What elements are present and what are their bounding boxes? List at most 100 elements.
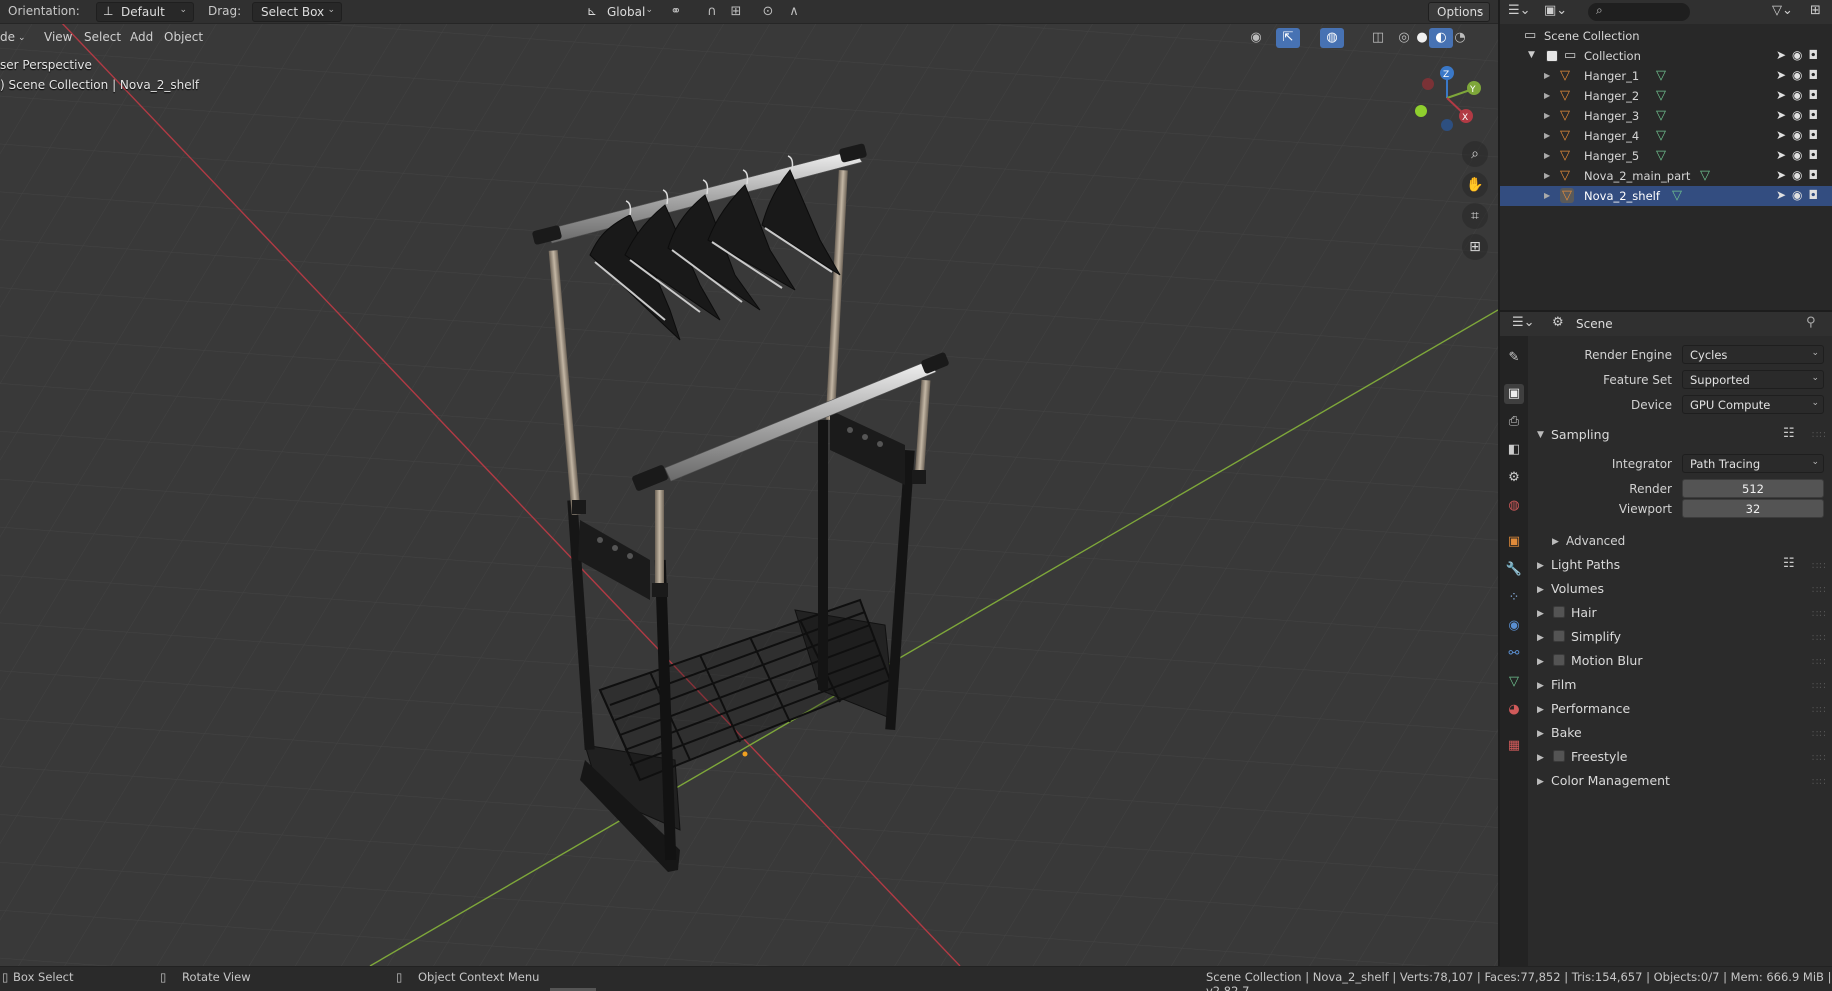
- expand-triangle-icon[interactable]: ▶: [1537, 633, 1544, 643]
- object-visibility-icon[interactable]: ◉: [1244, 28, 1268, 48]
- bake-panel-header[interactable]: Bake: [1551, 725, 1582, 740]
- outliner-row-object[interactable]: ▶ ▽ Hanger_1 ▽ ➤◉◘: [1500, 66, 1832, 86]
- motion-blur-checkbox[interactable]: [1553, 654, 1565, 666]
- expand-triangle-icon[interactable]: ▶: [1537, 681, 1544, 691]
- film-panel-header[interactable]: Film: [1551, 677, 1576, 692]
- expand-triangle-icon[interactable]: ▶: [1544, 131, 1550, 140]
- outliner-row-object[interactable]: ▶ ▽ Hanger_5 ▽ ➤◉◘: [1500, 146, 1832, 166]
- visibility-icons[interactable]: ➤◉◘: [1776, 168, 1824, 182]
- pivot-point-icon[interactable]: ⚭: [664, 2, 688, 22]
- new-collection-icon[interactable]: ⊞: [1810, 3, 1821, 18]
- collection-checkbox[interactable]: [1546, 50, 1558, 62]
- mesh-data-tab-icon[interactable]: ▽: [1504, 672, 1524, 692]
- expand-triangle-icon[interactable]: ▶: [1537, 657, 1544, 667]
- drag-grip-icon[interactable]: ∷∷: [1812, 585, 1827, 596]
- visibility-icons[interactable]: ➤◉◘: [1776, 128, 1824, 142]
- simplify-checkbox[interactable]: [1553, 630, 1565, 642]
- mesh-data-icon[interactable]: ▽: [1656, 108, 1666, 123]
- orientation-dropdown[interactable]: ⊥ Default ⌄: [96, 2, 194, 22]
- expand-triangle-icon[interactable]: ▶: [1544, 191, 1550, 200]
- pin-icon[interactable]: ⚲: [1806, 315, 1816, 330]
- integrator-dropdown[interactable]: Path Tracing ⌄: [1682, 454, 1824, 473]
- viewport-scene[interactable]: Z Y X: [0, 0, 1498, 966]
- menu-select[interactable]: Select: [84, 30, 121, 44]
- drag-grip-icon[interactable]: ∷∷: [1812, 657, 1827, 668]
- expand-triangle-icon[interactable]: ▶: [1544, 171, 1550, 180]
- snap-target-icon[interactable]: ⊞: [724, 2, 748, 22]
- menu-add[interactable]: Add: [130, 30, 153, 44]
- drag-grip-icon[interactable]: ∷∷: [1812, 777, 1827, 788]
- presets-list-icon[interactable]: ☷: [1783, 426, 1795, 441]
- outliner-row-object[interactable]: ▶ ▽ Hanger_3 ▽ ➤◉◘: [1500, 106, 1832, 126]
- outliner-row-collection[interactable]: ▼ ▭ Collection ➤◉◘: [1500, 46, 1832, 66]
- constraints-tab-icon[interactable]: ⚯: [1504, 644, 1524, 664]
- modifier-tab-icon[interactable]: 🔧: [1504, 560, 1524, 580]
- expand-triangle-icon[interactable]: ▼: [1537, 430, 1544, 440]
- expand-triangle-icon[interactable]: ▶: [1537, 777, 1544, 787]
- menu-object[interactable]: Object: [164, 30, 203, 44]
- view-layer-tab-icon[interactable]: ◧: [1504, 440, 1524, 460]
- outliner-row-scene-collection[interactable]: ▭ Scene Collection: [1500, 26, 1832, 46]
- performance-panel-header[interactable]: Performance: [1551, 701, 1630, 716]
- particles-tab-icon[interactable]: ⁘: [1504, 588, 1524, 608]
- viewport-samples-field[interactable]: 32: [1682, 499, 1824, 518]
- outliner-row-object-active[interactable]: ▶ ▽ Nova_2_shelf ▽ ➤◉◘: [1500, 186, 1832, 206]
- mesh-data-icon[interactable]: ▽: [1656, 148, 1666, 163]
- output-tab-icon[interactable]: ⎙: [1504, 412, 1524, 432]
- freestyle-checkbox[interactable]: [1553, 750, 1565, 762]
- hair-checkbox[interactable]: [1553, 606, 1565, 618]
- expand-triangle-icon[interactable]: ▶: [1537, 729, 1544, 739]
- drag-grip-icon[interactable]: ∷∷: [1812, 729, 1827, 740]
- visibility-icons[interactable]: ➤◉◘: [1776, 48, 1824, 62]
- expand-triangle-icon[interactable]: ▶: [1544, 91, 1550, 100]
- drag-grip-icon[interactable]: ∷∷: [1812, 753, 1827, 764]
- feature-set-dropdown[interactable]: Supported ⌄: [1682, 370, 1824, 389]
- proportional-editing-icon[interactable]: ⊙: [756, 2, 780, 22]
- object-tab-icon[interactable]: ▣: [1504, 532, 1524, 552]
- expand-triangle-icon[interactable]: ▶: [1544, 71, 1550, 80]
- visibility-icons[interactable]: ➤◉◘: [1776, 68, 1824, 82]
- physics-tab-icon[interactable]: ◉: [1504, 616, 1524, 636]
- drag-grip-icon[interactable]: ∷∷: [1812, 609, 1827, 620]
- falloff-icon[interactable]: ∧: [782, 2, 806, 22]
- overlays-icon[interactable]: ◍: [1320, 28, 1344, 48]
- light-paths-panel-header[interactable]: Light Paths: [1551, 557, 1620, 572]
- mesh-data-icon[interactable]: ▽: [1672, 188, 1682, 203]
- drag-dropdown[interactable]: Select Box ⌄: [252, 2, 342, 22]
- mode-dropdown[interactable]: de: [0, 30, 15, 44]
- editor-type-icon[interactable]: ☰⌄: [1512, 315, 1535, 330]
- outliner-row-object[interactable]: ▶ ▽ Hanger_4 ▽ ➤◉◘: [1500, 126, 1832, 146]
- drag-grip-icon[interactable]: ∷∷: [1812, 561, 1827, 572]
- mesh-data-icon[interactable]: ▽: [1656, 88, 1666, 103]
- expand-triangle-icon[interactable]: ▶: [1537, 585, 1544, 595]
- volumes-panel-header[interactable]: Volumes: [1551, 581, 1604, 596]
- visibility-icons[interactable]: ➤◉◘: [1776, 108, 1824, 122]
- drag-grip-icon[interactable]: ∷∷: [1812, 705, 1827, 716]
- transform-orientation-dropdown[interactable]: ⊾ Global ⌄: [580, 2, 660, 22]
- expand-triangle-icon[interactable]: ▶: [1544, 151, 1550, 160]
- outliner-row-object[interactable]: ▶ ▽ Nova_2_main_part ▽ ➤◉◘: [1500, 166, 1832, 186]
- drag-grip-icon[interactable]: ∷∷: [1812, 633, 1827, 644]
- simplify-panel-header[interactable]: Simplify: [1571, 629, 1621, 644]
- scene-tab-icon[interactable]: ⚙: [1504, 468, 1524, 488]
- world-tab-icon[interactable]: ◍: [1504, 496, 1524, 516]
- device-dropdown[interactable]: GPU Compute ⌄: [1682, 395, 1824, 414]
- texture-tab-icon[interactable]: ▦: [1504, 736, 1524, 756]
- tool-tab-icon[interactable]: ✎: [1504, 348, 1524, 368]
- expand-triangle-icon[interactable]: ▶: [1537, 609, 1544, 619]
- 3d-viewport[interactable]: Z Y X: [0, 0, 1498, 966]
- zoom-icon[interactable]: ⌕: [1462, 141, 1488, 167]
- gizmo-toggle-icon[interactable]: ⇱: [1276, 28, 1300, 48]
- display-mode-icon[interactable]: ▣⌄: [1544, 3, 1567, 18]
- pan-hand-icon[interactable]: ✋: [1462, 172, 1488, 198]
- render-samples-field[interactable]: 512: [1682, 479, 1824, 498]
- presets-list-icon[interactable]: ☷: [1783, 556, 1795, 571]
- freestyle-panel-header[interactable]: Freestyle: [1571, 749, 1628, 764]
- expand-triangle-icon[interactable]: ▼: [1528, 50, 1535, 60]
- mesh-data-icon[interactable]: ▽: [1656, 68, 1666, 83]
- advanced-subpanel-header[interactable]: Advanced: [1566, 534, 1625, 548]
- editor-type-icon[interactable]: ☰⌄: [1508, 3, 1531, 18]
- xray-icon[interactable]: ◫: [1366, 28, 1390, 48]
- motion-blur-panel-header[interactable]: Motion Blur: [1571, 653, 1642, 668]
- expand-triangle-icon[interactable]: ▶: [1552, 537, 1559, 547]
